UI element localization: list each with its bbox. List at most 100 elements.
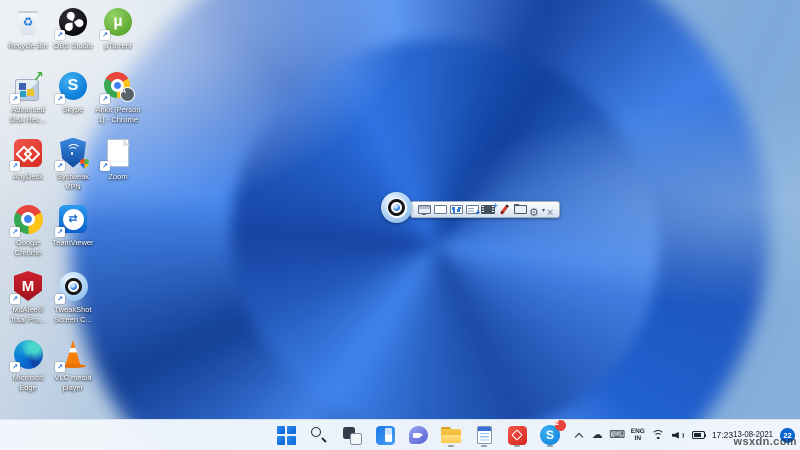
wallpaper-highlight (0, 0, 800, 450)
tray-chevron-up-icon[interactable] (574, 431, 584, 441)
eyedropper-icon (498, 203, 511, 216)
desktop-icon-mcafee[interactable]: MMcAfee® Total Pro... (3, 269, 53, 325)
desktop-icon-label: µTorrent (104, 41, 132, 50)
desktop-icon-label: OBS Studio (53, 41, 93, 50)
notification-badge: 2 (555, 420, 566, 431)
tweakshot-capture-toolbar: + + (410, 201, 560, 218)
desktop-icon-systweak-vpn[interactable]: Systweak VPN (48, 136, 98, 192)
desktop-icon-zoom[interactable]: Zoom (93, 136, 143, 182)
wifi-icon[interactable] (651, 430, 665, 440)
open-folder-button[interactable] (513, 203, 527, 216)
desktop-icon-label: VLC media player (54, 373, 92, 392)
settings-button[interactable] (529, 203, 545, 216)
desktop-icon-teamviewer[interactable]: ⇄TeamViewer (48, 202, 98, 248)
shortcut-arrow-icon (100, 94, 110, 104)
tweakshot-lens-button[interactable] (381, 192, 412, 223)
desktop-icon-label: TweakShot Screen C... (54, 305, 92, 324)
search-icon (310, 426, 328, 444)
running-indicator (448, 444, 454, 447)
desktop-icon-utorrent[interactable]: µµTorrent (93, 5, 143, 51)
region-icon (449, 205, 463, 214)
onedrive-cloud-icon[interactable]: ☁ (591, 429, 604, 441)
close-button[interactable] (545, 203, 559, 216)
folder-icon (513, 203, 527, 214)
shortcut-arrow-icon (10, 294, 20, 304)
shortcut-arrow-icon (55, 362, 65, 372)
capture-region-button[interactable] (449, 203, 463, 216)
capture-scrolling-button[interactable]: + (465, 203, 480, 216)
volume-icon[interactable] (671, 430, 685, 440)
desktop-icon-tweakshot[interactable]: TweakShot Screen C... (48, 269, 98, 325)
taskbar-widgets-button[interactable] (373, 422, 397, 448)
close-icon (547, 203, 557, 216)
shortcut-arrow-icon (55, 294, 65, 304)
desktop-icon-advanced-disk-recovery[interactable]: ↑Advanced Disk Rec... (3, 67, 53, 125)
language-line1: ENG (630, 427, 645, 435)
desktop-icon-label: Systweak VPN (56, 172, 90, 191)
chat-icon (408, 426, 428, 444)
desktop-icon-obs-studio[interactable]: OBS Studio (48, 5, 98, 51)
desktop-icon-anydesk[interactable]: AnyDesk (3, 136, 53, 182)
video-icon: + (481, 201, 498, 214)
desktop-icon-label: TeamViewer (52, 238, 94, 247)
taskbar-notes-button[interactable] (472, 422, 496, 448)
desktop-icon-google-chrome[interactable]: Google Chrome (3, 202, 53, 258)
taskbar-file-explorer-button[interactable] (439, 422, 463, 448)
desktop-icon-label: McAfee® Total Pro... (10, 305, 46, 324)
taskbar-anydesk-button[interactable] (505, 422, 529, 448)
recycle-bin-icon: ♻ (13, 7, 43, 37)
taskbar-center-icons: S2 (274, 420, 566, 450)
rectangle-icon (433, 205, 447, 214)
desktop-icon-skype[interactable]: SSkype (48, 69, 98, 115)
taskbar-start-button[interactable] (274, 422, 298, 448)
desktop-icon-label: Zoom (108, 172, 128, 181)
shortcut-arrow-icon (55, 30, 65, 40)
desktop-icon-label: Google Chrome (14, 238, 42, 257)
shortcut-arrow-icon (10, 161, 20, 171)
desktop-icon-label: AnyDesk (12, 172, 43, 181)
shortcut-arrow-icon (55, 161, 65, 171)
clock-time: 17:23 (711, 429, 734, 440)
taskbar-search-button[interactable] (307, 422, 331, 448)
notes-icon (476, 426, 492, 444)
anydesk-taskbar-icon (507, 425, 527, 445)
shortcut-arrow-icon (100, 30, 110, 40)
file-explorer-icon (441, 427, 461, 443)
start-icon (276, 425, 296, 445)
watermark: wsxdn.com (733, 436, 797, 448)
language-line2: IN (634, 435, 642, 442)
capture-video-button[interactable]: + (481, 201, 498, 216)
color-picker-button[interactable] (497, 203, 511, 216)
running-indicator (481, 444, 487, 447)
running-indicator (547, 444, 553, 447)
shortcut-arrow-icon (10, 227, 20, 237)
capture-window-button[interactable] (417, 203, 431, 216)
scrolling-window-icon: + (465, 205, 480, 216)
touch-keyboard-icon[interactable]: ⌨ (609, 429, 625, 441)
taskbar: S2 ☁ ⌨ ENG IN 17:23 13-08-2021 22 (0, 419, 800, 450)
desktop-icon-microsoft-edge[interactable]: Microsoft Edge (3, 337, 53, 393)
task-view-icon (342, 426, 362, 445)
taskbar-task-view-button[interactable] (340, 422, 364, 448)
battery-icon[interactable] (691, 431, 707, 439)
taskbar-chat-button[interactable] (406, 422, 430, 448)
desktop-icon-recycle-bin[interactable]: ♻ Recycle Bin (3, 5, 53, 51)
monitor-icon (417, 205, 431, 216)
shortcut-arrow-icon (100, 161, 110, 171)
desktop-icon-chrome-profile[interactable]: A Ankit (Person 1) - Chrome (93, 69, 143, 125)
desktop-icon-label: Skype (62, 105, 84, 114)
profile-avatar: A (120, 87, 135, 102)
desktop-icon-label: Microsoft Edge (12, 373, 44, 392)
desktop-icon-label: Ankit (Person 1) - Chrome (95, 105, 141, 124)
widgets-icon (375, 425, 395, 445)
desktop-icon-label: Recycle Bin (8, 41, 48, 50)
language-indicator[interactable]: ENG IN (631, 428, 645, 443)
shortcut-arrow-icon (55, 94, 65, 104)
desktop-icon-label: Advanced Disk Rec... (9, 105, 47, 124)
gear-icon (529, 203, 545, 216)
capture-fullscreen-button[interactable] (433, 203, 447, 216)
taskbar-skype-button[interactable]: S2 (538, 420, 566, 448)
desktop-icon-vlc[interactable]: VLC media player (48, 337, 98, 393)
shortcut-arrow-icon (10, 362, 20, 372)
running-indicator (514, 444, 520, 447)
